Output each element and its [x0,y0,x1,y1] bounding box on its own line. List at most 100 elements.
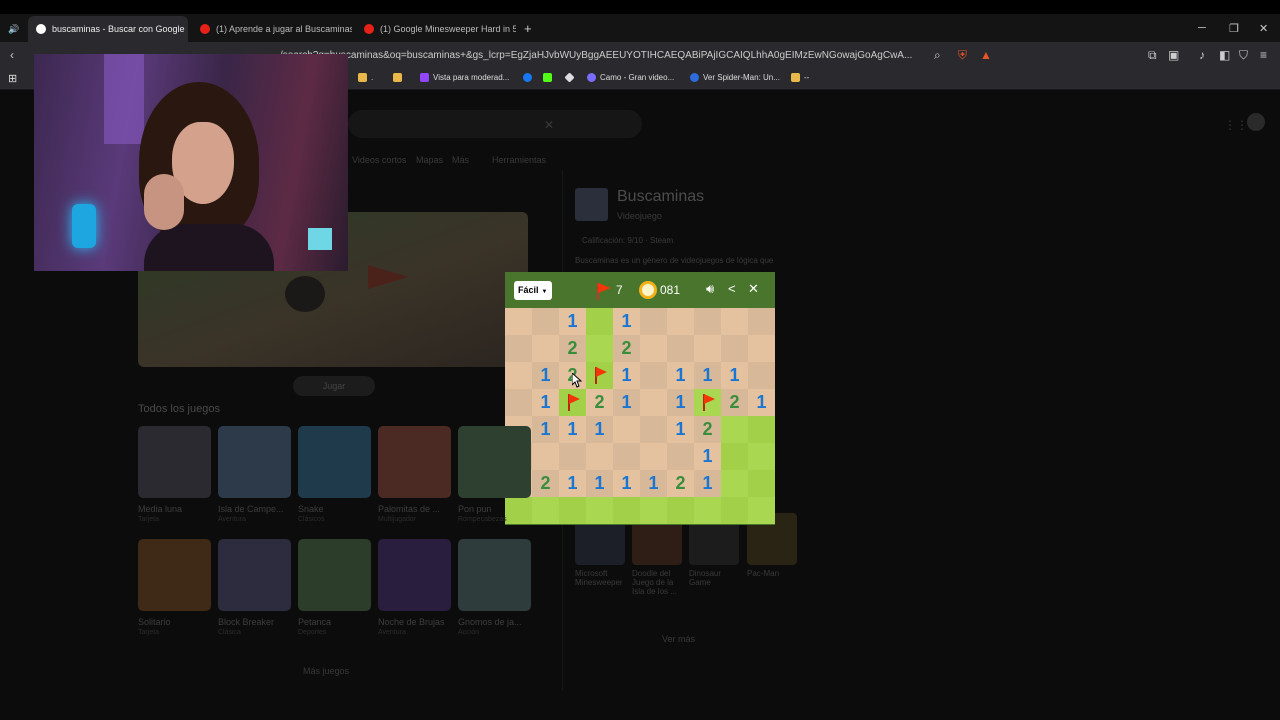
bookmark-folder-3[interactable]: -- [791,73,809,82]
bookmark-camo[interactable]: Camo - Gran video... [587,73,674,82]
minimize-icon[interactable]: ─ [1198,22,1206,34]
bookmark-twitch[interactable]: Vista para moderad... [420,73,509,82]
address-bar[interactable]: /search?q=buscaminas&oq=buscaminas+&gs_l… [280,46,1000,66]
empty-cell[interactable] [532,443,559,470]
wallet-icon[interactable]: ▣ [1168,48,1179,62]
nav-maps[interactable]: Mapas [416,155,443,165]
hidden-cell[interactable] [748,470,775,497]
related-title[interactable]: Dinosaur Game [689,569,741,587]
bookmark-kick[interactable] [543,73,556,82]
number-cell[interactable]: 1 [748,389,775,416]
hidden-cell[interactable] [748,443,775,470]
related-title[interactable]: Microsoft Minesweeper [575,569,627,587]
game-card[interactable] [378,426,451,498]
number-cell[interactable]: 1 [586,470,613,497]
window-close-icon[interactable]: ✕ [1259,22,1268,35]
nav-videos[interactable]: Videos cortos [352,155,406,165]
game-card-title[interactable]: Pon pun [458,504,492,514]
number-cell[interactable]: 1 [613,362,640,389]
number-cell[interactable]: 1 [694,362,721,389]
apps-icon[interactable]: ⊞ [8,72,17,85]
hidden-cell[interactable] [721,443,748,470]
hidden-cell[interactable] [586,335,613,362]
back-icon[interactable]: ‹ [10,48,14,62]
new-tab-button[interactable]: + [524,21,532,36]
number-cell[interactable]: 1 [613,389,640,416]
empty-cell[interactable] [694,335,721,362]
hidden-cell[interactable] [505,497,532,524]
game-card-title[interactable]: Petanca [298,617,331,627]
hidden-cell[interactable] [721,416,748,443]
number-cell[interactable]: 1 [694,443,721,470]
number-cell[interactable]: 1 [694,470,721,497]
hidden-cell[interactable] [613,497,640,524]
number-cell[interactable]: 1 [667,389,694,416]
number-cell[interactable]: 1 [721,362,748,389]
game-card-title[interactable]: Snake [298,504,324,514]
game-card[interactable] [298,539,371,611]
volume-icon[interactable]: 🔊︎ [706,281,714,297]
game-card-title[interactable]: Noche de Brujas [378,617,445,627]
hidden-cell[interactable] [586,308,613,335]
empty-cell[interactable] [613,443,640,470]
empty-cell[interactable] [748,308,775,335]
number-cell[interactable]: 2 [721,389,748,416]
game-card[interactable] [458,539,531,611]
tab-youtube-2[interactable]: (1) Google Minesweeper Hard in 57 s [356,16,516,42]
empty-cell[interactable] [586,443,613,470]
music-icon[interactable]: ♪ [1199,48,1205,62]
empty-cell[interactable] [640,335,667,362]
empty-cell[interactable] [559,443,586,470]
share-icon[interactable]: < [728,281,736,296]
menu-icon[interactable]: ≡ [1260,48,1267,62]
number-cell[interactable]: 1 [532,416,559,443]
game-card[interactable] [218,426,291,498]
hidden-cell[interactable] [748,497,775,524]
number-cell[interactable]: 2 [694,416,721,443]
search-icon[interactable]: ⌕ [934,48,941,63]
empty-cell[interactable] [532,335,559,362]
number-cell[interactable]: 2 [559,335,586,362]
extensions-icon[interactable]: ⧉ [1148,48,1157,63]
empty-cell[interactable] [694,308,721,335]
bookmark-facebook[interactable] [523,73,536,82]
game-card[interactable] [138,539,211,611]
number-cell[interactable]: 2 [613,335,640,362]
game-card-title[interactable]: Gnomos de ja... [458,617,522,627]
clear-search-icon[interactable]: ✕ [544,118,554,132]
empty-cell[interactable] [505,308,532,335]
number-cell[interactable]: 1 [559,470,586,497]
game-card[interactable] [458,426,531,498]
empty-cell[interactable] [748,362,775,389]
empty-cell[interactable] [721,308,748,335]
hidden-cell[interactable] [667,497,694,524]
empty-cell[interactable] [505,335,532,362]
see-more-link[interactable]: Ver más [662,634,695,644]
sidebar-icon[interactable]: ◧ [1219,48,1230,62]
empty-cell[interactable] [532,308,559,335]
more-games-button[interactable]: Más juegos [303,666,349,676]
empty-cell[interactable] [640,416,667,443]
vpn-icon[interactable]: ⛉ [1239,48,1248,63]
hidden-cell[interactable] [721,497,748,524]
number-cell[interactable]: 2 [667,470,694,497]
game-card-title[interactable]: Media luna [138,504,182,514]
number-cell[interactable]: 1 [667,362,694,389]
hidden-cell[interactable] [748,416,775,443]
flagged-cell[interactable] [559,389,586,416]
empty-cell[interactable] [721,335,748,362]
number-cell[interactable]: 1 [613,470,640,497]
difficulty-select[interactable]: Fácil ▼ [514,281,552,300]
empty-cell[interactable] [667,335,694,362]
bookmark-item[interactable] [564,72,578,83]
hidden-cell[interactable] [532,497,559,524]
maximize-icon[interactable]: ❐ [1229,22,1239,35]
hidden-cell[interactable] [586,497,613,524]
empty-cell[interactable] [667,308,694,335]
tab-youtube-1[interactable]: (1) Aprende a jugar al Buscaminas. Ju [192,16,352,42]
empty-cell[interactable] [667,443,694,470]
game-card-title[interactable]: Isla de Campe... [218,504,284,514]
game-card[interactable] [218,539,291,611]
search-input[interactable] [348,110,642,138]
bookmark-folder[interactable]: . [358,73,373,82]
